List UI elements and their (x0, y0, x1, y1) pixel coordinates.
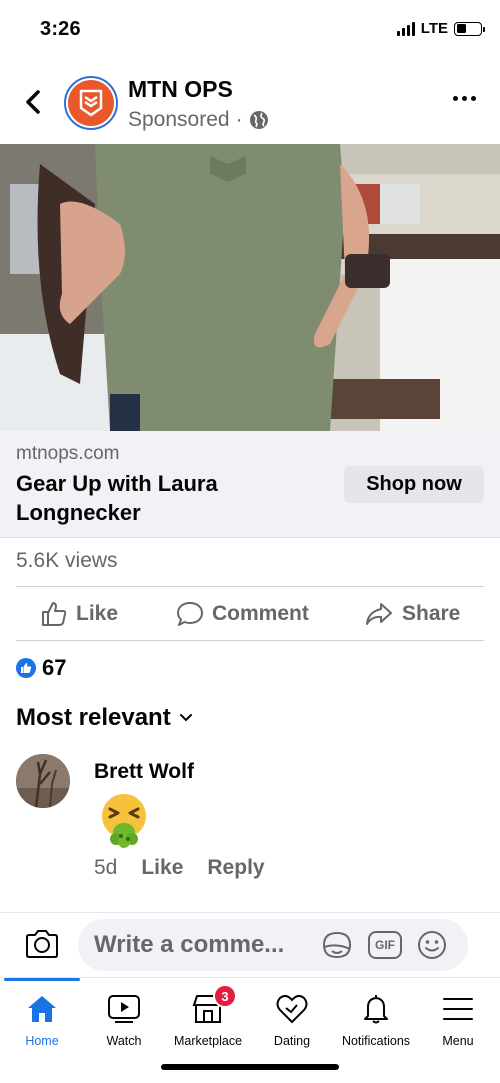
page-avatar[interactable] (64, 76, 118, 130)
share-arrow-icon (366, 603, 392, 625)
comment-bubble-icon (177, 602, 203, 626)
sticker-icon[interactable] (320, 929, 354, 961)
reaction-count: 67 (42, 655, 67, 680)
home-indicator (161, 1064, 339, 1070)
post-actions: Like Comment Share (0, 595, 500, 633)
tab-marketplace-label: Marketplace (173, 1034, 243, 1048)
network-label: LTE (420, 20, 448, 37)
more-options-button[interactable] (453, 96, 476, 101)
tab-menu[interactable]: Menu (416, 978, 500, 1058)
comment-author-avatar[interactable] (16, 754, 70, 808)
mtn-ops-logo (68, 80, 114, 126)
tab-watch-label: Watch (106, 1034, 142, 1048)
like-button[interactable]: Like (40, 595, 118, 633)
status-indicators: LTE (396, 20, 485, 37)
comment-sort-dropdown[interactable]: Most relevant (16, 704, 193, 732)
link-card[interactable]: mtnops.com Gear Up with Laura Longnecker… (0, 431, 500, 538)
divider (16, 586, 484, 587)
comment-time: 5d (94, 856, 118, 879)
comment-button[interactable]: Comment (176, 595, 309, 633)
globe-icon (249, 111, 268, 129)
composer-icons: GIF (320, 929, 448, 961)
tab-notifications[interactable]: Notifications (334, 978, 418, 1058)
link-headline: Gear Up with Laura Longnecker (16, 471, 218, 525)
tab-watch[interactable]: Watch (82, 978, 166, 1058)
tab-notifications-label: Notifications (341, 1034, 411, 1048)
sort-label: Most relevant (16, 704, 171, 731)
comment-composer: GIF (0, 912, 500, 976)
active-tab-indicator (4, 978, 80, 981)
comment-label: Comment (212, 602, 309, 625)
reactions-summary[interactable]: 67 (16, 655, 66, 681)
marketplace-icon: 3 (191, 984, 237, 1026)
ad-video[interactable] (0, 144, 500, 431)
thumbs-up-icon (42, 602, 67, 626)
separator-dot: · (235, 108, 243, 131)
dating-heart-icon (275, 992, 309, 1026)
comment-reply-button[interactable]: Reply (207, 856, 264, 880)
page-name[interactable]: MTN OPS (128, 76, 233, 103)
ad-video-frame (0, 144, 500, 431)
status-bar: 3:26 LTE (0, 0, 500, 62)
like-reaction-icon (16, 658, 36, 678)
signal-icon (396, 21, 415, 36)
post-header: MTN OPS Sponsored · (0, 70, 500, 136)
comment-meta: 5d Like Reply (94, 856, 265, 880)
battery-icon (454, 21, 485, 36)
bottom-tab-bar: Home Watch 3 Marketplace Dating Notifica… (0, 977, 500, 1083)
bell-icon (360, 992, 392, 1026)
view-count: 5.6K views (16, 549, 118, 572)
shop-now-button[interactable]: Shop now (344, 466, 484, 503)
chevron-down-icon (179, 714, 192, 722)
tab-home-label: Home (25, 1034, 59, 1048)
sponsored-label: Sponsored (128, 108, 230, 131)
vomiting-face-emoji-icon (96, 792, 152, 848)
divider (16, 640, 484, 641)
chevron-left-icon (26, 90, 40, 114)
menu-icon (442, 992, 474, 1026)
status-time: 3:26 (40, 18, 81, 40)
camera-icon (26, 930, 58, 958)
emoji-icon[interactable] (416, 929, 448, 961)
tab-marketplace[interactable]: 3 Marketplace (166, 978, 250, 1058)
watch-icon (107, 992, 141, 1026)
like-label: Like (76, 602, 119, 625)
tab-dating-label: Dating (273, 1034, 311, 1048)
share-button[interactable]: Share (364, 595, 460, 633)
comment-author-name[interactable]: Brett Wolf (94, 760, 194, 784)
marketplace-badge: 3 (213, 984, 237, 1008)
gif-button[interactable]: GIF (368, 931, 402, 959)
link-domain: mtnops.com (16, 443, 120, 464)
camera-button[interactable] (24, 928, 60, 960)
comment-like-button[interactable]: Like (141, 856, 183, 880)
tab-dating[interactable]: Dating (250, 978, 334, 1058)
sponsored-row: Sponsored · (128, 108, 269, 132)
share-label: Share (402, 602, 461, 625)
tab-home[interactable]: Home (0, 978, 84, 1058)
home-icon (25, 992, 59, 1026)
tab-menu-label: Menu (442, 1034, 474, 1048)
back-button[interactable] (20, 86, 46, 118)
